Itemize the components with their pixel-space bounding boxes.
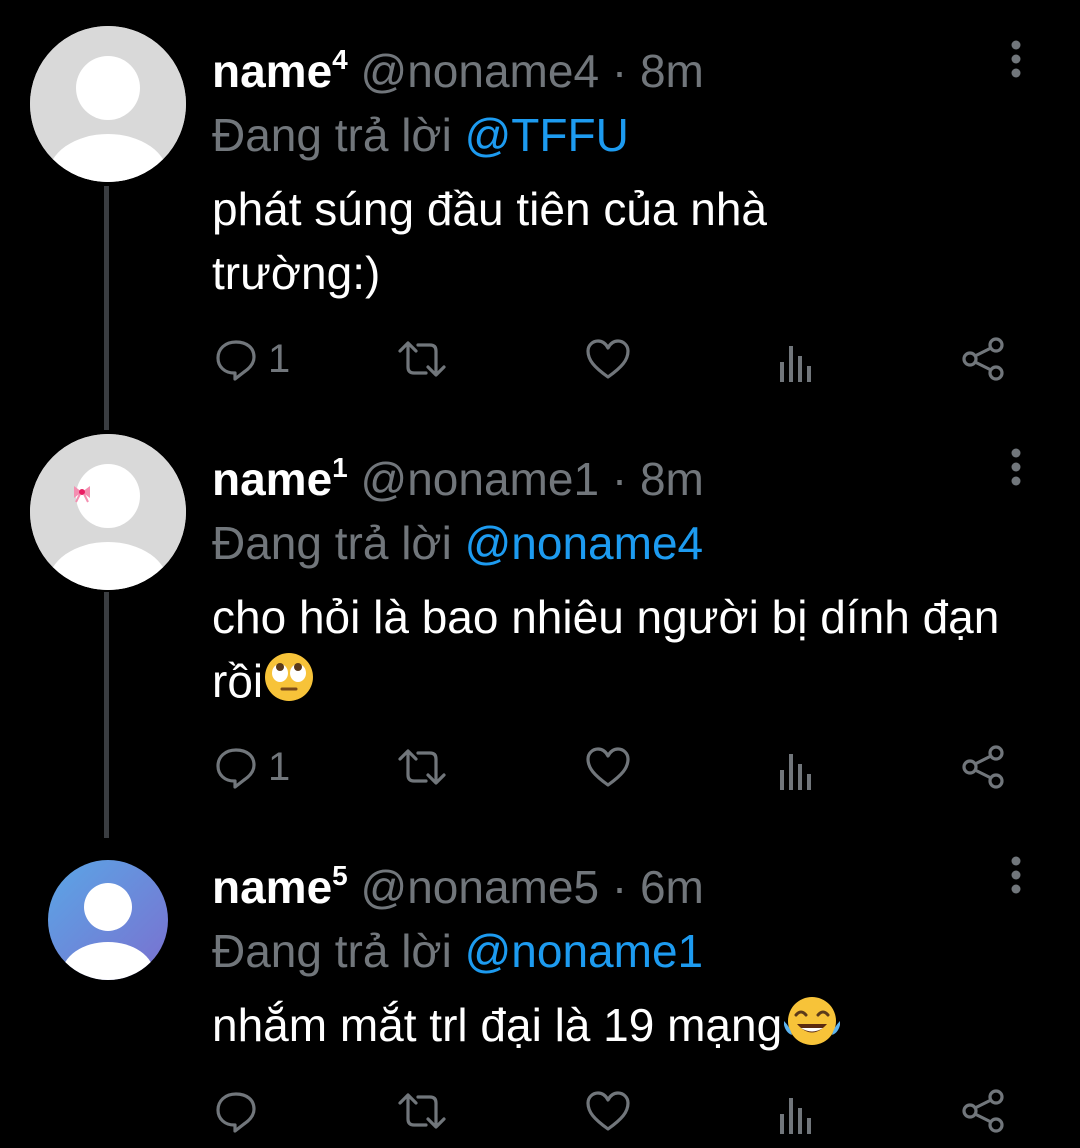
reply-button[interactable] xyxy=(214,1086,268,1136)
views-button[interactable] xyxy=(776,338,816,388)
reply-icon xyxy=(216,340,256,381)
share-button[interactable] xyxy=(960,1086,1006,1136)
like-icon xyxy=(586,1091,630,1131)
avatar[interactable] xyxy=(30,434,186,590)
tweet-body: nhắm mắt trl đại là 19 mạng xyxy=(212,993,1047,1063)
like-button[interactable] xyxy=(584,1086,632,1136)
reply-button[interactable]: 1 xyxy=(214,742,290,792)
views-icon xyxy=(780,1098,811,1134)
share-button[interactable] xyxy=(960,334,1006,384)
tweet-body: phát súng đầu tiên của nhà trường:) xyxy=(212,177,892,305)
like-button[interactable] xyxy=(584,334,632,384)
separator: · xyxy=(611,45,628,97)
replying-to: Đang trả lời @noname1 xyxy=(212,923,1047,979)
reply-button[interactable]: 1 xyxy=(214,334,290,384)
user-handle[interactable]: @noname4 xyxy=(361,45,600,97)
more-options-icon[interactable] xyxy=(1004,856,1028,896)
thread-view: name4 @noname4 · 8m Đang trả lời @TFFU p… xyxy=(0,0,1080,1148)
default-avatar-with-bow-icon xyxy=(30,434,186,590)
avatar[interactable] xyxy=(30,26,186,182)
display-name[interactable]: name xyxy=(212,861,332,913)
avatar[interactable] xyxy=(48,860,168,980)
reply-count: 1 xyxy=(268,336,291,381)
tweet-header: name4 @noname4 · 8m xyxy=(212,32,892,99)
tweet-text: cho hỏi là bao nhiêu người bị dính đạn r… xyxy=(212,591,1000,707)
thread-connector xyxy=(104,186,109,430)
timestamp[interactable]: 8m xyxy=(640,45,704,97)
replying-to-label: Đang trả lời xyxy=(212,109,452,161)
replying-to: Đang trả lời @TFFU xyxy=(212,107,892,163)
retweet-button[interactable] xyxy=(396,742,448,792)
mention-link[interactable]: @noname1 xyxy=(465,925,704,977)
tweet[interactable]: name1 @noname1 · 8m Đang trả lời @noname… xyxy=(212,440,1047,719)
more-options-icon[interactable] xyxy=(1004,448,1028,488)
tweet[interactable]: name5 @noname5 · 6m Đang trả lời @noname… xyxy=(212,848,1047,1063)
retweet-icon xyxy=(398,1093,446,1129)
display-name[interactable]: name xyxy=(212,453,332,505)
tweet-body: cho hỏi là bao nhiêu người bị dính đạn r… xyxy=(212,585,1047,719)
reply-count: 1 xyxy=(268,744,291,789)
share-button[interactable] xyxy=(960,742,1006,792)
more-options-icon[interactable] xyxy=(1004,40,1028,80)
views-button[interactable] xyxy=(776,746,816,796)
mention-link[interactable]: @TFFU xyxy=(465,109,629,161)
retweet-button[interactable] xyxy=(396,334,448,384)
like-icon xyxy=(586,747,630,787)
views-button[interactable] xyxy=(776,1090,816,1140)
display-name[interactable]: name xyxy=(212,45,332,97)
separator: · xyxy=(611,861,628,913)
replying-to-label: Đang trả lời xyxy=(212,925,452,977)
views-icon xyxy=(780,346,811,382)
default-avatar-icon xyxy=(30,26,186,182)
tweet-text: nhắm mắt trl đại là 19 mạng xyxy=(212,999,783,1051)
display-name-superscript: 5 xyxy=(332,860,348,891)
timestamp[interactable]: 8m xyxy=(640,453,704,505)
retweet-icon xyxy=(398,749,446,785)
separator: · xyxy=(611,453,628,505)
share-icon xyxy=(962,337,1004,381)
like-button[interactable] xyxy=(584,742,632,792)
reply-icon xyxy=(216,748,256,789)
retweet-icon xyxy=(398,341,446,377)
mention-link[interactable]: @noname4 xyxy=(465,517,704,569)
display-name-superscript: 4 xyxy=(332,44,348,75)
face-with-tears-of-joy-icon xyxy=(782,995,842,1063)
face-with-rolling-eyes-icon xyxy=(263,651,315,719)
default-avatar-icon xyxy=(48,860,168,980)
tweet-header: name1 @noname1 · 8m xyxy=(212,440,1047,507)
share-icon xyxy=(962,1089,1004,1133)
retweet-button[interactable] xyxy=(396,1086,448,1136)
user-handle[interactable]: @noname5 xyxy=(361,861,600,913)
user-handle[interactable]: @noname1 xyxy=(361,453,600,505)
like-icon xyxy=(586,339,630,379)
reply-icon xyxy=(216,1092,256,1133)
display-name-superscript: 1 xyxy=(332,452,348,483)
share-icon xyxy=(962,745,1004,789)
thread-connector xyxy=(104,592,109,838)
tweet-text: phát súng đầu tiên của nhà trường:) xyxy=(212,183,768,299)
tweet-header: name5 @noname5 · 6m xyxy=(212,848,1047,915)
views-icon xyxy=(780,754,811,790)
replying-to-label: Đang trả lời xyxy=(212,517,452,569)
tweet[interactable]: name4 @noname4 · 8m Đang trả lời @TFFU p… xyxy=(212,32,892,305)
replying-to: Đang trả lời @noname4 xyxy=(212,515,1047,571)
timestamp[interactable]: 6m xyxy=(640,861,704,913)
